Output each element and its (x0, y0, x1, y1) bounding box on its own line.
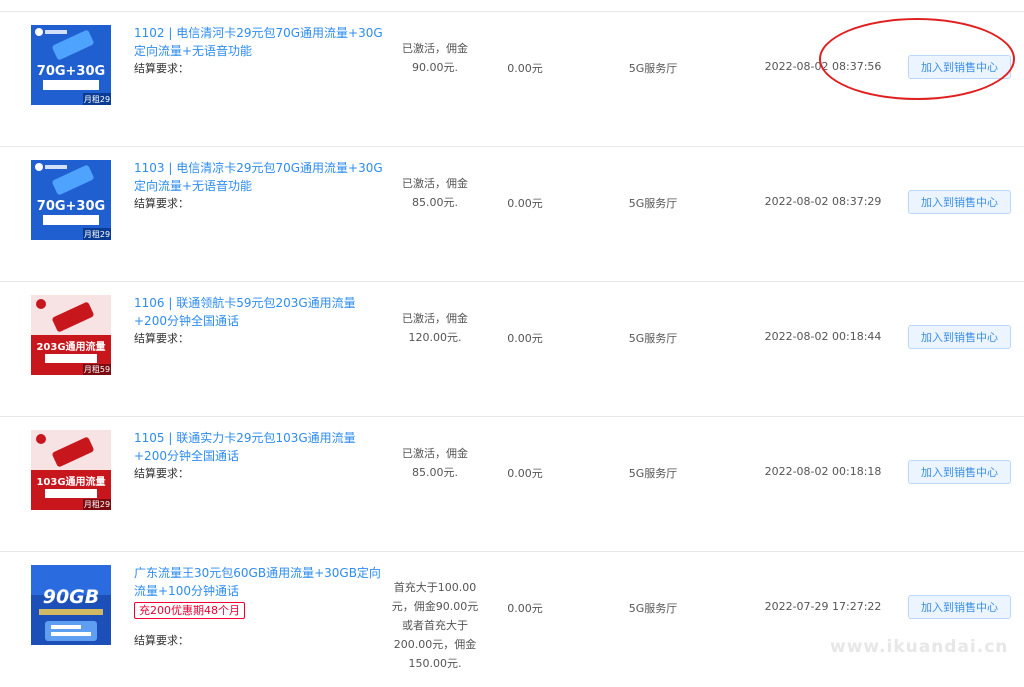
timestamp: 2022-08-02 00:18:44 (764, 330, 882, 343)
status-line: 120.00元. (408, 331, 462, 344)
commission-status: 已激活，佣金 85.00元. (388, 174, 482, 212)
watermark: www.ikuandai.cn (830, 637, 1009, 657)
table-row: 203G通用流量 月租59 1106 | 联通领航卡59元包203G通用流量+2… (0, 281, 1024, 417)
commission-status: 已激活，佣金 85.00元. (388, 444, 482, 482)
card-image: 103G通用流量 月租29 (31, 430, 111, 510)
product-title-link[interactable]: 1106 | 联通领航卡59元包203G通用流量+200分钟全国通话 (134, 294, 384, 330)
status-line: 200.00元，佣金 (393, 638, 477, 651)
commission-status: 已激活，佣金 120.00元. (388, 309, 482, 347)
table-row: 103G通用流量 月租29 1105 | 联通实力卡29元包103G通用流量+2… (0, 416, 1024, 552)
amount-value: 0.00元 (507, 467, 543, 480)
add-to-sales-center-button[interactable]: 加入到销售中心 (908, 190, 1011, 214)
product-title-link[interactable]: 广东流量王30元包60GB通用流量+30GB定向流量+100分钟通话 充200优… (134, 564, 384, 619)
status-line: 85.00元. (412, 466, 458, 479)
card-image: 203G通用流量 月租59 (31, 295, 111, 375)
commission-status: 已激活，佣金 90.00元. (388, 39, 482, 77)
card-flow-text: 103G通用流量 (36, 475, 105, 488)
card-image: 70G+30G 月租29 (31, 160, 111, 240)
product-title-link[interactable]: 1105 | 联通实力卡29元包103G通用流量+200分钟全国通话 (134, 429, 384, 465)
settlement-requirement: 结算要求： (134, 467, 189, 480)
add-to-sales-center-button[interactable]: 加入到销售中心 (908, 55, 1011, 79)
timestamp: 2022-08-02 00:18:18 (764, 465, 882, 478)
status-line: 元，佣金90.00元 (391, 600, 479, 613)
status-line: 或者首充大于 (402, 619, 468, 632)
card-flow-text: 203G通用流量 (36, 340, 105, 353)
timestamp: 2022-08-02 08:37:56 (764, 60, 882, 73)
card-rent-text: 月租59 (84, 365, 110, 374)
add-to-sales-center-button[interactable]: 加入到销售中心 (908, 325, 1011, 349)
product-title-text[interactable]: 广东流量王30元包60GB通用流量+30GB定向流量+100分钟通话 (134, 566, 381, 598)
card-rent-text: 月租29 (84, 500, 110, 509)
hall-name: 5G服务厅 (628, 332, 678, 345)
settlement-requirement: 结算要求： (134, 62, 189, 75)
card-rent-text: 月租29 (84, 95, 110, 104)
card-flow-text: 90GB (43, 586, 100, 608)
hall-name: 5G服务厅 (628, 467, 678, 480)
status-line: 85.00元. (412, 196, 458, 209)
card-flow-text: 70G+30G (37, 64, 105, 79)
status-line: 已激活，佣金 (402, 312, 468, 325)
amount-value: 0.00元 (507, 62, 543, 75)
table-row: 70G+30G 月租29 1102 | 电信清河卡29元包70G通用流量+30G… (0, 11, 1024, 147)
settlement-requirement: 结算要求： (134, 634, 189, 647)
promo-tag: 充200优惠期48个月 (134, 602, 245, 619)
amount-value: 0.00元 (507, 197, 543, 210)
amount-value: 0.00元 (507, 602, 543, 615)
status-line: 已激活，佣金 (402, 447, 468, 460)
product-title-link[interactable]: 1102 | 电信清河卡29元包70G通用流量+30G定向流量+无语音功能 (134, 24, 384, 60)
add-to-sales-center-button[interactable]: 加入到销售中心 (908, 460, 1011, 484)
status-line: 首充大于100.00 (393, 581, 477, 594)
table-row: 70G+30G 月租29 1103 | 电信清凉卡29元包70G通用流量+30G… (0, 146, 1024, 282)
amount-value: 0.00元 (507, 332, 543, 345)
card-rent-text: 月租29 (84, 230, 110, 239)
table-row: 90GB 广东流量王30元包60GB通用流量+30GB定向流量+100分钟通话 … (0, 551, 1024, 687)
timestamp: 2022-08-02 08:37:29 (764, 195, 882, 208)
hall-name: 5G服务厅 (628, 602, 678, 615)
status-line: 已激活，佣金 (402, 177, 468, 190)
hall-name: 5G服务厅 (628, 62, 678, 75)
settlement-requirement: 结算要求： (134, 197, 189, 210)
status-line: 150.00元. (408, 657, 462, 670)
settlement-requirement: 结算要求： (134, 332, 189, 345)
card-image: 70G+30G 月租29 (31, 25, 111, 105)
add-to-sales-center-button[interactable]: 加入到销售中心 (908, 595, 1011, 619)
card-flow-text: 70G+30G (37, 199, 105, 214)
status-line: 已激活，佣金 (402, 42, 468, 55)
hall-name: 5G服务厅 (628, 197, 678, 210)
product-title-link[interactable]: 1103 | 电信清凉卡29元包70G通用流量+30G定向流量+无语音功能 (134, 159, 384, 195)
timestamp: 2022-07-29 17:27:22 (764, 600, 882, 613)
commission-status: 首充大于100.00 元，佣金90.00元 或者首充大于 200.00元，佣金 … (388, 578, 482, 673)
card-image: 90GB (31, 565, 111, 645)
status-line: 90.00元. (412, 61, 458, 74)
